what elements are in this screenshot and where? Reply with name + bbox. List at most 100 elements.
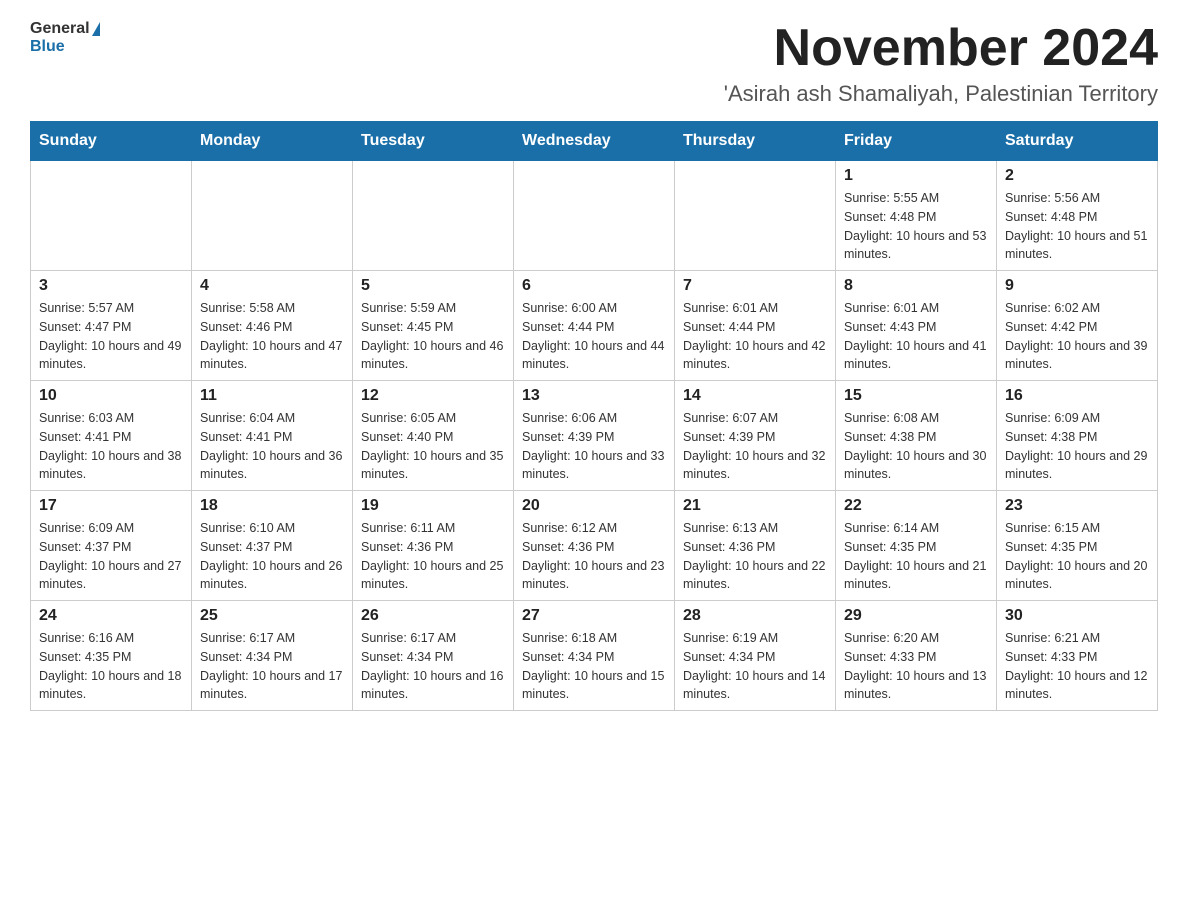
day-number: 28 <box>683 607 827 625</box>
calendar-cell: 29 Sunrise: 6:20 AM Sunset: 4:33 PM Dayli… <box>836 601 997 711</box>
month-title: November 2024 <box>724 20 1158 77</box>
day-header-friday: Friday <box>836 122 997 161</box>
calendar-cell: 11 Sunrise: 6:04 AM Sunset: 4:41 PM Dayli… <box>192 381 353 491</box>
calendar-cell: 13 Sunrise: 6:06 AM Sunset: 4:39 PM Dayli… <box>514 381 675 491</box>
day-info: Sunrise: 5:55 AM Sunset: 4:48 PM Dayligh… <box>844 189 988 264</box>
calendar-cell: 12 Sunrise: 6:05 AM Sunset: 4:40 PM Dayli… <box>353 381 514 491</box>
day-info: Sunrise: 6:06 AM Sunset: 4:39 PM Dayligh… <box>522 409 666 484</box>
calendar-header-row: SundayMondayTuesdayWednesdayThursdayFrid… <box>31 122 1158 161</box>
day-info: Sunrise: 6:03 AM Sunset: 4:41 PM Dayligh… <box>39 409 183 484</box>
day-info: Sunrise: 6:01 AM Sunset: 4:44 PM Dayligh… <box>683 299 827 374</box>
calendar-cell: 2 Sunrise: 5:56 AM Sunset: 4:48 PM Daylig… <box>997 161 1158 271</box>
calendar-cell: 10Sunrise: 6:03 AM Sunset: 4:41 PM Dayli… <box>31 381 192 491</box>
day-number: 19 <box>361 497 505 515</box>
day-number: 8 <box>844 277 988 295</box>
calendar-table: SundayMondayTuesdayWednesdayThursdayFrid… <box>30 121 1158 711</box>
day-number: 29 <box>844 607 988 625</box>
calendar-cell: 4 Sunrise: 5:58 AM Sunset: 4:46 PM Daylig… <box>192 271 353 381</box>
day-info: Sunrise: 6:15 AM Sunset: 4:35 PM Dayligh… <box>1005 519 1149 594</box>
calendar-cell: 7 Sunrise: 6:01 AM Sunset: 4:44 PM Daylig… <box>675 271 836 381</box>
day-info: Sunrise: 6:04 AM Sunset: 4:41 PM Dayligh… <box>200 409 344 484</box>
day-number: 24 <box>39 607 183 625</box>
calendar-cell: 27Sunrise: 6:18 AM Sunset: 4:34 PM Dayli… <box>514 601 675 711</box>
day-info: Sunrise: 6:05 AM Sunset: 4:40 PM Dayligh… <box>361 409 505 484</box>
calendar-cell <box>31 161 192 271</box>
day-header-tuesday: Tuesday <box>353 122 514 161</box>
day-info: Sunrise: 6:08 AM Sunset: 4:38 PM Dayligh… <box>844 409 988 484</box>
day-info: Sunrise: 6:14 AM Sunset: 4:35 PM Dayligh… <box>844 519 988 594</box>
day-info: Sunrise: 5:59 AM Sunset: 4:45 PM Dayligh… <box>361 299 505 374</box>
day-info: Sunrise: 6:17 AM Sunset: 4:34 PM Dayligh… <box>361 629 505 704</box>
title-block: November 2024 'Asirah ash Shamaliyah, Pa… <box>724 20 1158 107</box>
calendar-cell: 21 Sunrise: 6:13 AM Sunset: 4:36 PM Dayli… <box>675 491 836 601</box>
calendar-cell <box>514 161 675 271</box>
calendar-cell <box>675 161 836 271</box>
day-number: 11 <box>200 387 344 405</box>
week-row-1: 1Sunrise: 5:55 AM Sunset: 4:48 PM Daylig… <box>31 161 1158 271</box>
calendar-cell: 20 Sunrise: 6:12 AM Sunset: 4:36 PM Dayli… <box>514 491 675 601</box>
calendar-cell: 23 Sunrise: 6:15 AM Sunset: 4:35 PM Dayli… <box>997 491 1158 601</box>
day-info: Sunrise: 6:21 AM Sunset: 4:33 PM Dayligh… <box>1005 629 1149 704</box>
calendar-cell: 24 Sunrise: 6:16 AM Sunset: 4:35 PM Dayli… <box>31 601 192 711</box>
calendar-cell: 25Sunrise: 6:17 AM Sunset: 4:34 PM Dayli… <box>192 601 353 711</box>
day-info: Sunrise: 6:11 AM Sunset: 4:36 PM Dayligh… <box>361 519 505 594</box>
calendar-cell: 8 Sunrise: 6:01 AM Sunset: 4:43 PM Daylig… <box>836 271 997 381</box>
day-number: 21 <box>683 497 827 515</box>
day-number: 6 <box>522 277 666 295</box>
location-subtitle: 'Asirah ash Shamaliyah, Palestinian Terr… <box>724 81 1158 107</box>
day-info: Sunrise: 6:01 AM Sunset: 4:43 PM Dayligh… <box>844 299 988 374</box>
day-number: 14 <box>683 387 827 405</box>
calendar-cell: 17Sunrise: 6:09 AM Sunset: 4:37 PM Dayli… <box>31 491 192 601</box>
day-number: 7 <box>683 277 827 295</box>
day-header-saturday: Saturday <box>997 122 1158 161</box>
calendar-cell: 9 Sunrise: 6:02 AM Sunset: 4:42 PM Daylig… <box>997 271 1158 381</box>
day-info: Sunrise: 6:12 AM Sunset: 4:36 PM Dayligh… <box>522 519 666 594</box>
day-info: Sunrise: 6:02 AM Sunset: 4:42 PM Dayligh… <box>1005 299 1149 374</box>
calendar-cell: 30 Sunrise: 6:21 AM Sunset: 4:33 PM Dayli… <box>997 601 1158 711</box>
calendar-cell <box>192 161 353 271</box>
day-number: 26 <box>361 607 505 625</box>
day-number: 23 <box>1005 497 1149 515</box>
day-number: 2 <box>1005 167 1149 185</box>
calendar-cell: 6 Sunrise: 6:00 AM Sunset: 4:44 PM Daylig… <box>514 271 675 381</box>
page-header: General Blue November 2024 'Asirah ash S… <box>30 20 1158 107</box>
day-info: Sunrise: 6:19 AM Sunset: 4:34 PM Dayligh… <box>683 629 827 704</box>
day-header-sunday: Sunday <box>31 122 192 161</box>
day-info: Sunrise: 5:58 AM Sunset: 4:46 PM Dayligh… <box>200 299 344 374</box>
day-number: 4 <box>200 277 344 295</box>
day-number: 9 <box>1005 277 1149 295</box>
logo-general-text: General <box>30 20 90 38</box>
day-number: 25 <box>200 607 344 625</box>
day-info: Sunrise: 5:56 AM Sunset: 4:48 PM Dayligh… <box>1005 189 1149 264</box>
calendar-cell: 5 Sunrise: 5:59 AM Sunset: 4:45 PM Daylig… <box>353 271 514 381</box>
calendar-cell: 16Sunrise: 6:09 AM Sunset: 4:38 PM Dayli… <box>997 381 1158 491</box>
week-row-3: 10Sunrise: 6:03 AM Sunset: 4:41 PM Dayli… <box>31 381 1158 491</box>
day-number: 5 <box>361 277 505 295</box>
day-info: Sunrise: 6:20 AM Sunset: 4:33 PM Dayligh… <box>844 629 988 704</box>
calendar-cell: 22 Sunrise: 6:14 AM Sunset: 4:35 PM Dayli… <box>836 491 997 601</box>
day-info: Sunrise: 6:00 AM Sunset: 4:44 PM Dayligh… <box>522 299 666 374</box>
day-number: 30 <box>1005 607 1149 625</box>
day-info: Sunrise: 6:10 AM Sunset: 4:37 PM Dayligh… <box>200 519 344 594</box>
calendar-cell <box>353 161 514 271</box>
calendar-cell: 26 Sunrise: 6:17 AM Sunset: 4:34 PM Dayli… <box>353 601 514 711</box>
logo-triangle-icon <box>92 22 100 36</box>
day-info: Sunrise: 6:18 AM Sunset: 4:34 PM Dayligh… <box>522 629 666 704</box>
day-number: 20 <box>522 497 666 515</box>
day-number: 22 <box>844 497 988 515</box>
day-info: Sunrise: 6:07 AM Sunset: 4:39 PM Dayligh… <box>683 409 827 484</box>
day-header-thursday: Thursday <box>675 122 836 161</box>
day-info: Sunrise: 6:09 AM Sunset: 4:37 PM Dayligh… <box>39 519 183 594</box>
day-header-wednesday: Wednesday <box>514 122 675 161</box>
day-info: Sunrise: 5:57 AM Sunset: 4:47 PM Dayligh… <box>39 299 183 374</box>
day-number: 16 <box>1005 387 1149 405</box>
day-info: Sunrise: 6:16 AM Sunset: 4:35 PM Dayligh… <box>39 629 183 704</box>
day-number: 18 <box>200 497 344 515</box>
day-number: 12 <box>361 387 505 405</box>
day-number: 13 <box>522 387 666 405</box>
week-row-4: 17Sunrise: 6:09 AM Sunset: 4:37 PM Dayli… <box>31 491 1158 601</box>
week-row-5: 24 Sunrise: 6:16 AM Sunset: 4:35 PM Dayli… <box>31 601 1158 711</box>
logo: General Blue <box>30 20 100 56</box>
day-info: Sunrise: 6:13 AM Sunset: 4:36 PM Dayligh… <box>683 519 827 594</box>
calendar-cell: 3Sunrise: 5:57 AM Sunset: 4:47 PM Daylig… <box>31 271 192 381</box>
